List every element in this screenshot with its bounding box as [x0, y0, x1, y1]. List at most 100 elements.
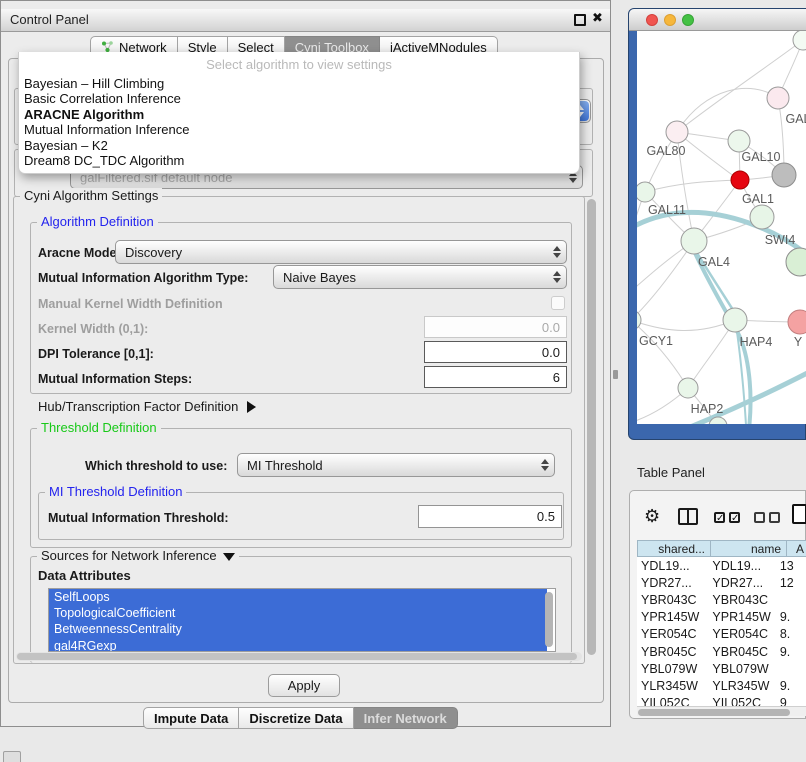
network-node[interactable]: [728, 130, 750, 152]
network-node[interactable]: [637, 182, 655, 202]
combo-arrows-icon[interactable]: [536, 455, 553, 475]
table-row[interactable]: YBR043CYBR043C: [637, 591, 806, 608]
hscroll-thumb[interactable]: [17, 653, 577, 660]
network-node[interactable]: [681, 228, 707, 254]
data-attribute-item[interactable]: BetweennessCentrality: [49, 621, 547, 637]
arrow-down-icon[interactable]: [223, 553, 235, 561]
table-cell: YLR345W: [637, 679, 706, 693]
close-window-icon[interactable]: [646, 14, 658, 26]
network-node[interactable]: [666, 121, 688, 143]
table-cell: 8.: [778, 627, 806, 641]
algorithm-popup-list: Bayesian – Hill ClimbingBasic Correlatio…: [19, 76, 579, 168]
apply-button[interactable]: Apply: [268, 674, 340, 697]
network-node[interactable]: [793, 31, 806, 50]
mi-threshold-field[interactable]: 0.5: [418, 505, 562, 528]
table-row[interactable]: YDL19...YDL19...13: [637, 557, 806, 574]
minimize-window-icon[interactable]: [664, 14, 676, 26]
mi-threshold-label: Mutual Information Threshold:: [48, 510, 229, 526]
settings-vertical-scrollbar[interactable]: [587, 199, 596, 655]
algorithm-option[interactable]: Basic Correlation Inference: [19, 91, 579, 106]
table-cell: 9.: [778, 679, 806, 693]
table-header-cell[interactable]: shared...: [637, 540, 711, 557]
network-canvas[interactable]: GALGAL80GAL10GAL1GAL11SWI4GAL4GCY1HAP4YH…: [637, 31, 806, 424]
which-threshold-label: Which threshold to use:: [85, 458, 227, 474]
table-row[interactable]: YBL079WYBL079W: [637, 660, 806, 677]
table-cell: 13: [778, 559, 806, 573]
control-panel-titlebar[interactable]: [1, 9, 610, 32]
network-node[interactable]: [788, 310, 806, 334]
mi-type-combo[interactable]: Naive Bayes: [273, 265, 567, 289]
table-cell: YER054C: [637, 627, 706, 641]
table-row[interactable]: YLR345WYLR345W9.: [637, 677, 806, 694]
table-header-cell[interactable]: name: [711, 540, 787, 557]
network-node[interactable]: [723, 308, 747, 332]
which-threshold-combo[interactable]: MI Threshold: [237, 453, 555, 477]
new-page-icon[interactable]: [792, 504, 806, 524]
table-row[interactable]: YPR145WYPR145W9.: [637, 609, 806, 626]
mi-steps-field[interactable]: 6: [424, 366, 567, 388]
network-node[interactable]: [731, 171, 749, 189]
hub-definition-toggle[interactable]: Hub/Transcription Factor Definition: [38, 399, 256, 415]
combo-arrows-icon[interactable]: [548, 267, 565, 287]
gear-icon[interactable]: ⚙: [644, 506, 660, 527]
algorithm-option[interactable]: ARACNE Algorithm: [19, 107, 579, 122]
bottom-tab-impute-data[interactable]: Impute Data: [143, 707, 239, 729]
algorithm-popup: Select algorithm to view settings Bayesi…: [18, 52, 580, 174]
bottom-tab-infer-network[interactable]: Infer Network: [354, 707, 458, 729]
table-cell: 9: [778, 696, 806, 706]
table-cell: 9.: [778, 645, 806, 659]
network-node[interactable]: [678, 378, 698, 398]
network-node-label: GAL10: [742, 150, 781, 164]
list-scrollbar-thumb[interactable]: [545, 592, 553, 647]
data-attribute-item[interactable]: gal4RGexp: [49, 638, 547, 652]
network-node[interactable]: [750, 205, 774, 229]
network-node[interactable]: [767, 87, 789, 109]
data-attributes-list[interactable]: SelfLoopsTopologicalCoefficientBetweenne…: [48, 588, 556, 652]
kernel-width-field[interactable]: 0.0: [424, 316, 567, 338]
dpi-tolerance-field[interactable]: 0.0: [424, 341, 567, 363]
table-row[interactable]: YIL052CYIL052C9: [637, 695, 806, 707]
checked-pair-icon[interactable]: ✓ ✓: [714, 512, 740, 523]
algorithm-option[interactable]: Dream8 DC_TDC Algorithm: [19, 153, 579, 168]
table-cell: YIL052C: [637, 696, 706, 706]
arrow-right-icon[interactable]: [247, 401, 256, 413]
table-cell: 9.: [778, 610, 806, 624]
unchecked-pair-icon[interactable]: [754, 512, 780, 523]
checked-box-icon: ✓: [729, 512, 740, 523]
collapsed-panel-icon[interactable]: [3, 751, 21, 762]
sources-group-title: Sources for Network Inference: [37, 548, 239, 563]
table-cell: YBL079W: [637, 662, 706, 676]
combo-arrows-icon[interactable]: [548, 242, 565, 262]
table-panel-title: Table Panel: [637, 465, 705, 480]
split-columns-icon[interactable]: [678, 508, 698, 525]
network-node[interactable]: [786, 248, 806, 276]
table-cell: YLR345W: [706, 679, 777, 693]
bottom-tab-discretize-data[interactable]: Discretize Data: [239, 707, 353, 729]
table-row[interactable]: YER054CYER054C8.: [637, 626, 806, 643]
sources-title-text: Sources for Network Inference: [41, 548, 217, 563]
algorithm-option[interactable]: Mutual Information Inference: [19, 122, 579, 137]
table-hscroll-thumb[interactable]: [638, 709, 790, 716]
aracne-mode-combo[interactable]: Discovery: [115, 240, 567, 264]
bottom-tab-bar: Impute DataDiscretize DataInfer Network: [143, 707, 458, 729]
manual-kernel-checkbox[interactable]: [551, 296, 565, 310]
network-node-label: HAP4: [740, 335, 773, 349]
table-horizontal-scrollbar[interactable]: [637, 706, 806, 716]
settings-horizontal-scrollbar[interactable]: [16, 652, 582, 661]
algorithm-option[interactable]: Bayesian – K2: [19, 138, 579, 153]
network-edge: [637, 320, 735, 331]
data-attribute-item[interactable]: TopologicalCoefficient: [49, 605, 547, 621]
table-row[interactable]: YDR27...YDR27...12: [637, 574, 806, 591]
close-panel-icon[interactable]: ✖: [592, 10, 603, 26]
data-attribute-item[interactable]: SelfLoops: [49, 589, 547, 605]
table-header-cell[interactable]: A: [787, 540, 806, 557]
table-row[interactable]: YBR045CYBR045C9.: [637, 643, 806, 660]
splitter-handle[interactable]: [613, 370, 618, 379]
algorithm-option[interactable]: Bayesian – Hill Climbing: [19, 76, 579, 91]
threshold-definition-title: Threshold Definition: [37, 420, 161, 435]
table-cell: YBR045C: [706, 645, 777, 659]
zoom-window-icon[interactable]: [682, 14, 694, 26]
network-node-label: GCY1: [639, 334, 673, 348]
float-panel-icon[interactable]: [574, 14, 586, 26]
network-node[interactable]: [772, 163, 796, 187]
